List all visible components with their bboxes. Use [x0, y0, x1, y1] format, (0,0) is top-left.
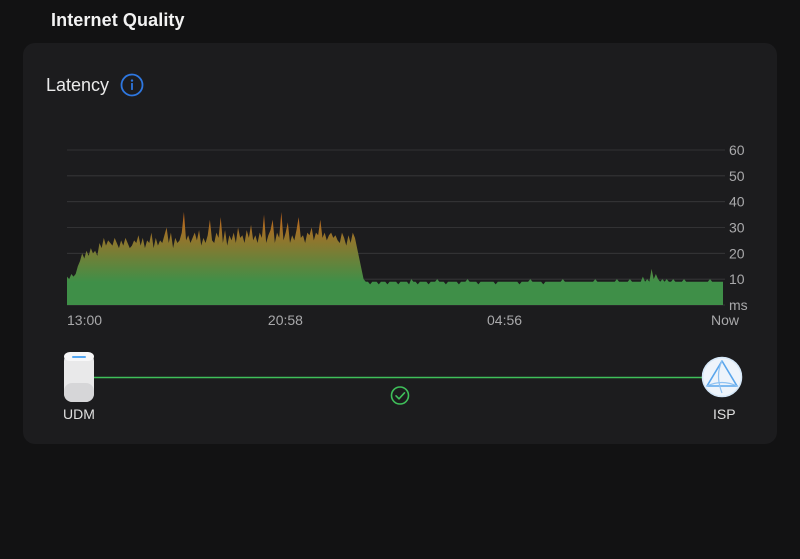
isp-globe-icon[interactable] — [701, 356, 743, 398]
latency-card: Latency 10 20 30 40 50 60 ms 13:00 20:58 04:56 No… — [23, 43, 777, 444]
udm-device-icon[interactable] — [64, 352, 94, 402]
section-title: Internet Quality — [51, 10, 185, 30]
udm-label: UDM — [63, 406, 95, 422]
connection-diagram — [64, 352, 743, 405]
check-circle-icon[interactable] — [390, 386, 410, 405]
isp-label: ISP — [713, 406, 736, 422]
